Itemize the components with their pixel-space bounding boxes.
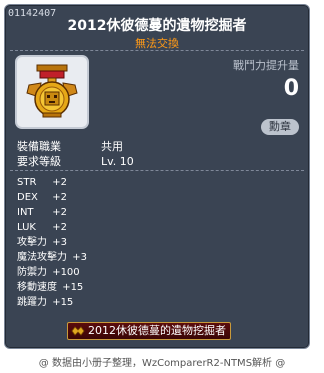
stat-row: 攻擊力 +3 (17, 235, 87, 250)
stat-value: +3 (72, 252, 87, 263)
item-title: 2012休彼德蔓的遺物挖掘者 (67, 18, 247, 34)
medal-button[interactable]: 勳章 (261, 119, 299, 135)
stat-row: 魔法攻擊力 +3 (17, 250, 87, 265)
stat-value: +3 (52, 237, 67, 248)
medal-title-badge: 2012休彼德蔓的遺物挖掘者 (67, 322, 231, 340)
combat-power-label: 戰鬥力提升量 (233, 59, 299, 72)
stat-value: +15 (52, 297, 74, 308)
combat-power-value: 0 (283, 76, 299, 101)
requirement-value: 共用 (101, 140, 123, 153)
stat-name: 攻擊力 (17, 237, 47, 248)
stat-name: 防禦力 (17, 267, 47, 278)
requirement-label: 要求等級 (17, 155, 61, 168)
trade-status: 無法交換 (135, 37, 179, 50)
stat-name: 跳躍力 (17, 297, 47, 308)
stat-row: STR +2 (17, 175, 87, 190)
footer-credit: @ 数据由小册子整理，WzComparerR2-NTMS解析 @ (38, 358, 286, 369)
stat-name: INT (17, 207, 34, 218)
stat-value: +15 (62, 282, 84, 293)
divider (10, 170, 304, 171)
stat-name: 魔法攻擊力 (17, 252, 67, 263)
medal-ornament-icon (71, 326, 85, 336)
stat-value: +100 (52, 267, 80, 278)
golden-medal-icon (26, 64, 78, 118)
requirement-value: Lv. 10 (101, 155, 134, 168)
title-badge-text: 2012休彼德蔓的遺物挖掘者 (88, 324, 226, 337)
requirement-level: 要求等級 Lv. 10 (17, 153, 134, 169)
requirement-job: 裝備職業 共用 (17, 138, 123, 154)
stat-value: +2 (52, 177, 67, 188)
stat-list: STR +2 DEX +2 INT +2 LUK +2 攻擊力 +3 魔法攻擊力… (17, 175, 87, 310)
item-tooltip: 01142407 2012休彼德蔓的遺物挖掘者 無法交換 戰鬥力提升量 0 勳章… (4, 4, 310, 349)
stat-value: +2 (52, 222, 67, 233)
stat-name: LUK (17, 222, 36, 233)
stat-row: LUK +2 (17, 220, 87, 235)
stat-value: +2 (52, 207, 67, 218)
divider (10, 50, 304, 51)
stat-name: 移動速度 (17, 282, 57, 293)
requirement-label: 裝備職業 (17, 140, 61, 153)
stat-name: DEX (17, 192, 38, 203)
item-icon-frame (15, 55, 89, 129)
stat-row: INT +2 (17, 205, 87, 220)
stat-row: 防禦力 +100 (17, 265, 87, 280)
stat-name: STR (17, 177, 37, 188)
stat-row: DEX +2 (17, 190, 87, 205)
stat-row: 跳躍力 +15 (17, 295, 87, 310)
stat-value: +2 (52, 192, 67, 203)
stat-row: 移動速度 +15 (17, 280, 87, 295)
